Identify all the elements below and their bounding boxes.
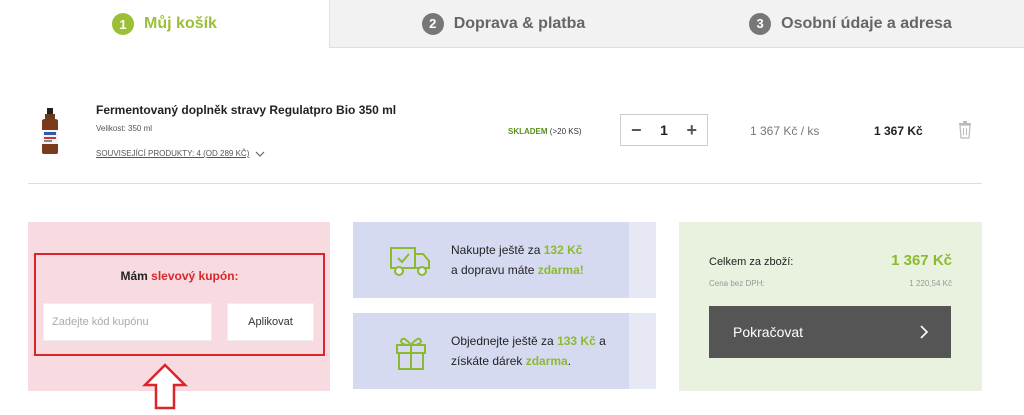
promo-amount: 132 Kč <box>543 243 583 257</box>
step-label: Osobní údaje a adresa <box>781 14 952 32</box>
promo-text: Objednejte ještě za <box>451 334 558 348</box>
product-image[interactable] <box>38 108 62 154</box>
step-shipping-payment[interactable]: 2 Doprava & platba <box>330 0 677 48</box>
gift-icon <box>396 337 426 370</box>
product-size: Velikost: 350 ml <box>96 124 153 133</box>
free-shipping-promo: Nakupte ještě za 132 Kč a dopravu máte z… <box>353 222 656 298</box>
delivery-truck-icon <box>390 247 430 276</box>
step-cart[interactable]: 1 Můj košík <box>0 0 330 48</box>
promo-text: Nakupte ještě za <box>451 243 544 257</box>
free-shipping-text: Nakupte ještě za 132 Kč a dopravu máte z… <box>451 240 584 280</box>
product-title[interactable]: Fermentovaný doplněk stravy Regulatpro B… <box>96 103 396 117</box>
quantity-increase-button[interactable]: + <box>686 120 697 141</box>
cart-item-row: Fermentovaný doplněk stravy Regulatpro B… <box>28 96 982 184</box>
goods-total-value: 1 367 Kč <box>891 252 952 269</box>
related-products-toggle[interactable]: SOUVISEJÍCÍ PRODUKTY: 4 (OD 289 KČ) <box>96 149 265 158</box>
free-gift-text: Objednejte ještě za 133 Kč a získáte dár… <box>451 331 606 371</box>
related-products-label: SOUVISEJÍCÍ PRODUKTY: 4 (OD 289 KČ) <box>96 149 250 158</box>
up-arrow-icon <box>141 363 189 410</box>
promo-highlight: zdarma! <box>537 263 584 277</box>
coupon-code-input[interactable] <box>43 303 212 341</box>
goods-total-label: Celkem za zboží: <box>709 256 794 268</box>
stock-status: SKLADEM (>20 KS) <box>508 127 582 136</box>
order-summary: Celkem za zboží: 1 367 Kč Cena bez DPH: … <box>679 222 982 391</box>
step-personal-address[interactable]: 3 Osobní údaje a adresa <box>677 0 1024 48</box>
quantity-value[interactable]: 1 <box>660 122 668 138</box>
net-price-value: 1 220,54 Kč <box>909 279 952 288</box>
step-number: 2 <box>421 12 444 35</box>
promo-text: . <box>567 354 572 368</box>
item-total-price: 1 367 Kč <box>874 124 923 138</box>
promo-text: získáte dárek <box>451 354 526 368</box>
unit-price: 1 367 Kč / ks <box>750 124 820 138</box>
promo-highlight: zdarma <box>525 354 568 368</box>
quantity-decrease-button[interactable]: − <box>631 120 642 141</box>
net-price-label: Cena bez DPH: <box>709 279 765 288</box>
promo-text: a <box>595 334 606 348</box>
continue-button[interactable]: Pokračovat <box>709 306 951 358</box>
coupon-title-highlight: slevový kupón: <box>151 269 239 283</box>
step-label: Můj košík <box>144 15 217 32</box>
continue-label: Pokračovat <box>733 324 804 340</box>
checkout-steps: 1 Můj košík 2 Doprava & platba 3 Osobní … <box>0 0 1024 48</box>
step-label: Doprava & platba <box>453 14 586 32</box>
stock-label: SKLADEM <box>508 127 548 136</box>
promo-amount: 133 Kč <box>557 334 596 348</box>
step-number: 1 <box>112 13 135 35</box>
coupon-title: Mám slevový kupón: <box>34 269 325 283</box>
apply-coupon-button[interactable]: Aplikovat <box>227 303 314 341</box>
stock-count: (>20 KS) <box>549 127 582 136</box>
free-gift-promo: Objednejte ještě za 133 Kč a získáte dár… <box>353 313 656 389</box>
chevron-down-icon <box>255 151 265 157</box>
step-number: 3 <box>749 12 772 35</box>
promo-text: a dopravu máte <box>451 263 538 277</box>
trash-icon[interactable] <box>958 121 972 139</box>
coupon-title-prefix: Mám <box>120 269 152 283</box>
chevron-right-icon <box>920 325 929 339</box>
quantity-stepper: − 1 + <box>620 114 708 146</box>
